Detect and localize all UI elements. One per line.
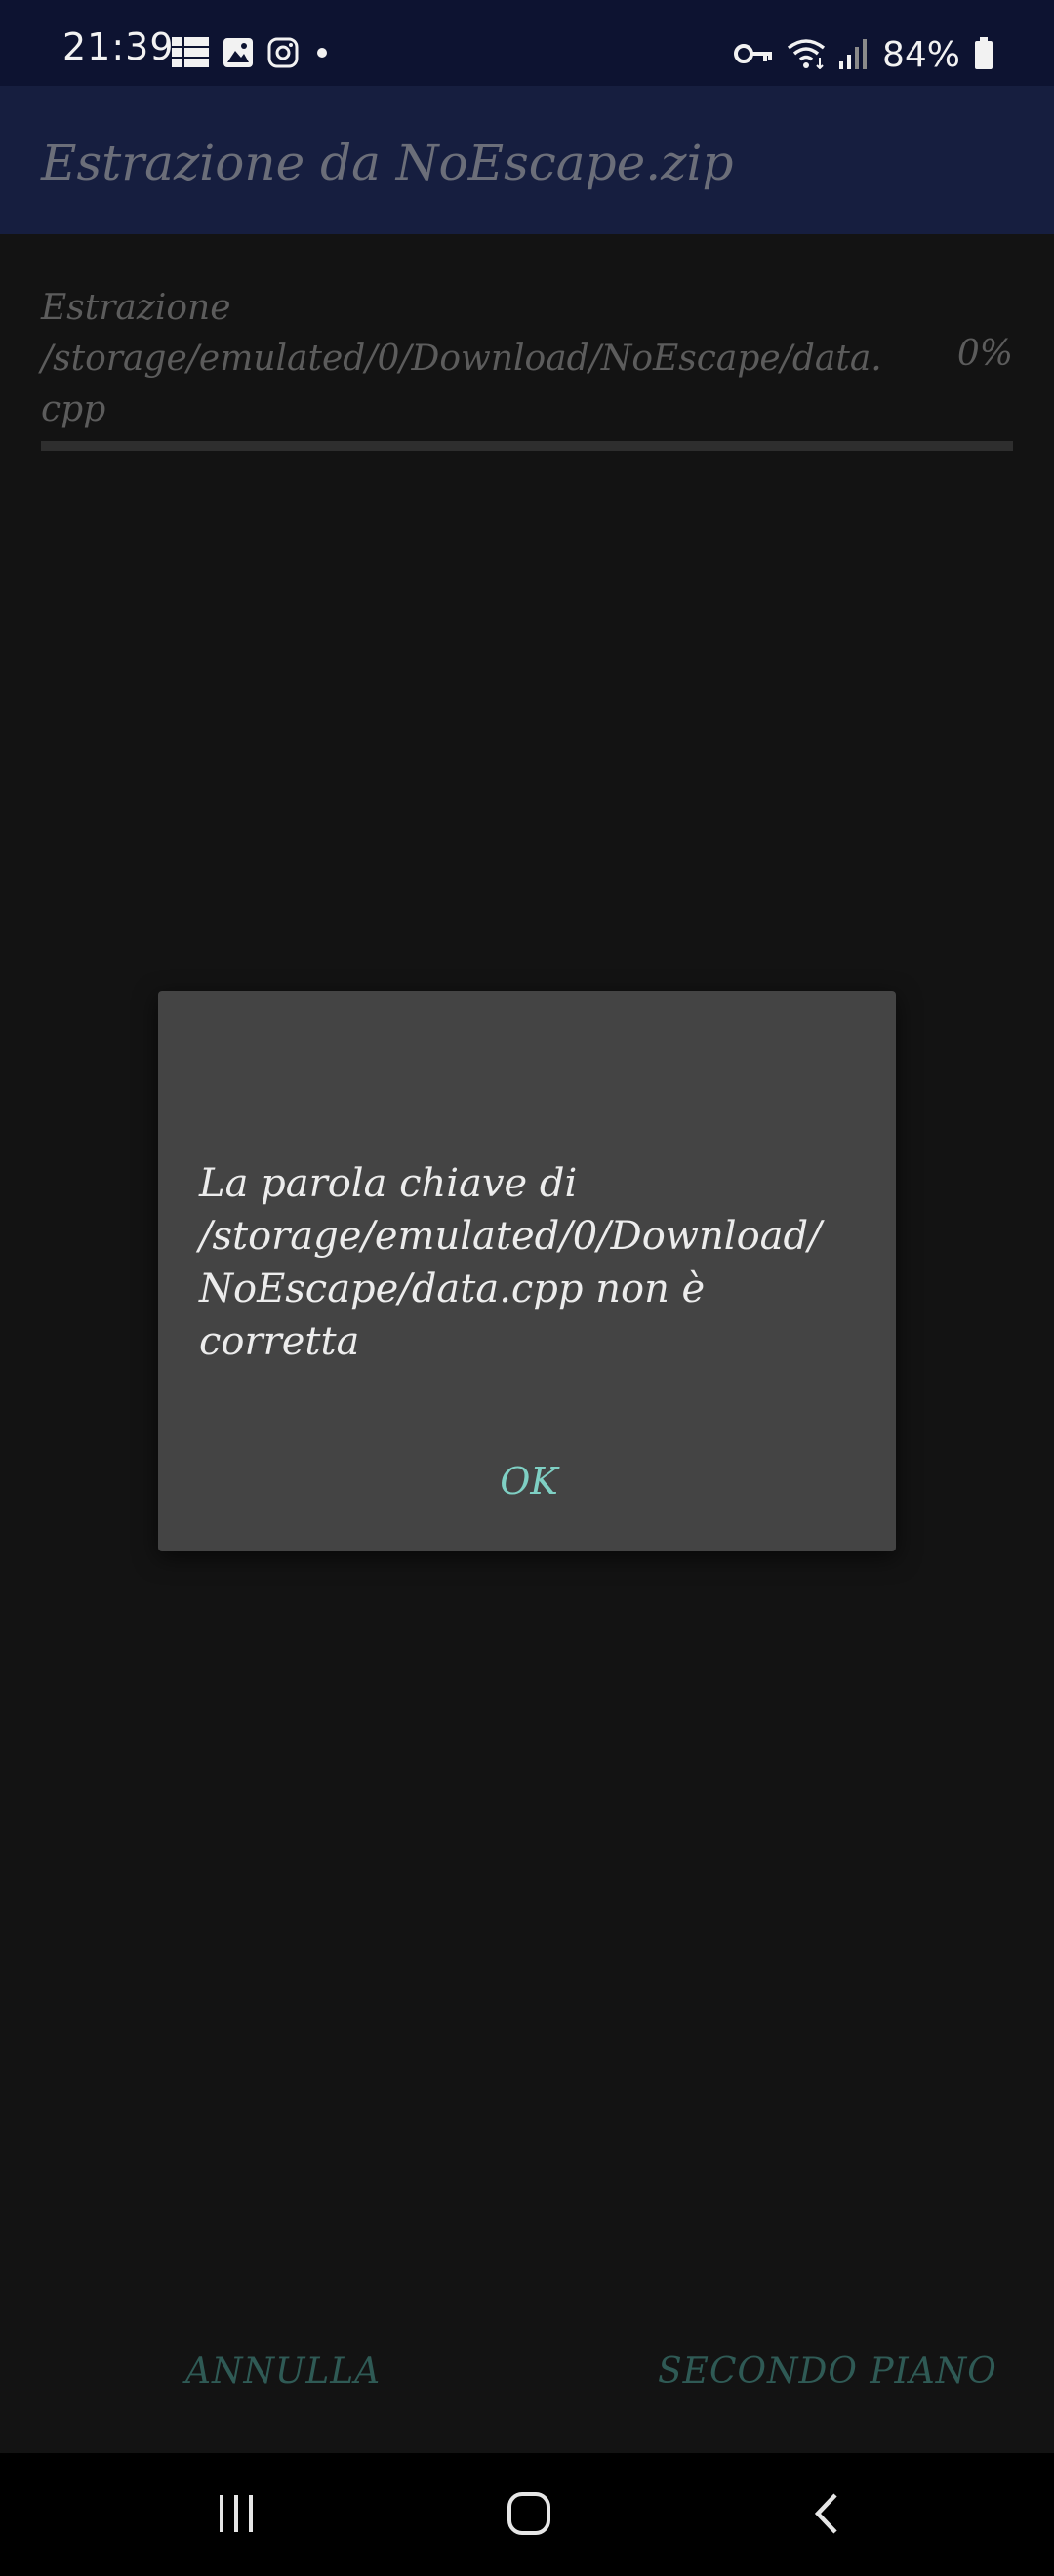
- status-icons-left: [172, 37, 332, 72]
- dot-icon: [312, 43, 332, 66]
- progress-label: Estrazione: [41, 288, 231, 328]
- grid-notification-icon: [172, 37, 209, 72]
- progress-percent: 0%: [956, 334, 1013, 374]
- signal-icon: [838, 38, 869, 73]
- app-bar: Estrazione da NoEscape.zip: [0, 86, 1054, 234]
- extraction-progress: Estrazione /storage/emulated/0/Download/…: [41, 283, 1013, 435]
- home-icon: [505, 2489, 553, 2542]
- cancel-button[interactable]: ANNULLA: [185, 2352, 381, 2392]
- status-bar: 21:39 84%: [0, 0, 1054, 86]
- wifi-icon: [787, 38, 826, 73]
- progress-file-path: /storage/emulated/0/Download/NoEscape/da…: [41, 339, 882, 429]
- battery-percent: 84%: [881, 35, 960, 75]
- status-icons-right: 84%: [733, 35, 993, 75]
- gallery-icon: [223, 37, 254, 72]
- battery-icon: [974, 36, 993, 74]
- back-button[interactable]: [798, 2486, 857, 2545]
- alert-dialog: La parola chiave di /storage/emulated/0/…: [158, 991, 896, 1551]
- background-button[interactable]: SECONDO PIANO: [658, 2352, 997, 2392]
- home-button[interactable]: [500, 2486, 558, 2545]
- screen: 21:39 84% Estrazione da NoEscape.zip Est…: [0, 0, 1054, 2576]
- ok-button[interactable]: OK: [480, 1460, 578, 1503]
- vpn-key-icon: [733, 42, 773, 69]
- recent-apps-icon: [214, 2491, 259, 2540]
- back-icon: [808, 2489, 847, 2542]
- instagram-icon: [267, 37, 299, 72]
- status-time: 21:39: [62, 25, 175, 68]
- bottom-actions: ANNULLA SECONDO PIANO: [0, 2352, 1054, 2420]
- progress-bar: [41, 441, 1013, 451]
- navigation-bar: [0, 2453, 1054, 2576]
- recent-apps-button[interactable]: [207, 2486, 265, 2545]
- dialog-message: La parola chiave di /storage/emulated/0/…: [199, 1161, 822, 1364]
- page-title: Estrazione da NoEscape.zip: [41, 135, 734, 191]
